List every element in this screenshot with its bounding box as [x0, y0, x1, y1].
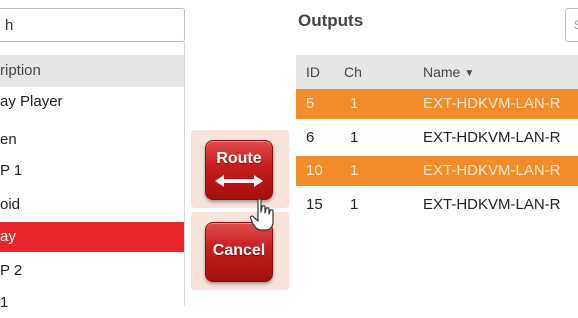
column-header-name[interactable]: Name ▼ — [423, 64, 474, 80]
output-ch: 1 — [350, 129, 359, 146]
column-header-ch[interactable]: Ch — [344, 64, 362, 80]
outputs-table-header: ID Ch Name ▼ — [296, 55, 578, 89]
input-list-item[interactable]: ay Player — [0, 87, 184, 117]
input-list-item[interactable]: 1 — [0, 288, 184, 318]
hand-pointer-icon — [250, 198, 274, 231]
output-ch: 1 — [350, 95, 359, 112]
output-id: 15 — [306, 196, 323, 213]
output-name: EXT-HDKVM-LAN-R — [423, 196, 561, 213]
output-row-selected[interactable]: 10 1 EXT-HDKVM-LAN-R — [296, 156, 578, 186]
output-row[interactable]: 6 1 EXT-HDKVM-LAN-R — [296, 123, 578, 153]
route-button-label: Route — [216, 150, 262, 167]
output-id: 5 — [306, 95, 315, 112]
column-header-id[interactable]: ID — [306, 64, 320, 80]
input-label: en — [0, 131, 17, 148]
column-header-description[interactable]: ription — [0, 62, 41, 79]
output-row-selected[interactable]: 5 1 EXT-HDKVM-LAN-R — [296, 89, 578, 119]
output-search-field[interactable]: S — [565, 8, 578, 42]
input-list-item[interactable]: P 2 — [0, 256, 184, 286]
input-label: ay Player — [0, 93, 63, 110]
input-label: ay — [0, 228, 16, 245]
input-search-value: h — [5, 17, 14, 34]
output-name: EXT-HDKVM-LAN-R — [423, 162, 561, 179]
output-id: 10 — [306, 162, 323, 179]
sort-caret-icon: ▼ — [464, 68, 475, 79]
route-button-frame: Route — [191, 130, 289, 208]
input-list-item[interactable]: P 1 — [0, 156, 184, 186]
input-label: P 1 — [0, 162, 23, 179]
panel-divider — [184, 42, 185, 306]
input-label: 1 — [0, 294, 9, 311]
output-row[interactable]: 15 1 EXT-HDKVM-LAN-R — [296, 190, 578, 220]
route-button[interactable]: Route — [205, 140, 273, 200]
input-list-item-selected[interactable]: ay — [0, 222, 184, 252]
output-ch: 1 — [350, 162, 359, 179]
input-search-field[interactable]: h — [0, 8, 185, 42]
output-name: EXT-HDKVM-LAN-R — [423, 129, 561, 146]
input-label: P 2 — [0, 262, 23, 279]
output-id: 6 — [306, 129, 315, 146]
output-ch: 1 — [350, 196, 359, 213]
outputs-title: Outputs — [298, 11, 364, 30]
input-label: oid — [0, 196, 21, 213]
output-name: EXT-HDKVM-LAN-R — [423, 95, 561, 112]
double-arrow-icon — [215, 175, 263, 187]
input-list-item[interactable]: en — [0, 125, 184, 155]
column-header-name-label: Name — [423, 64, 461, 80]
inputs-table-header: ription — [0, 55, 184, 87]
output-search-value: S — [574, 18, 578, 32]
cancel-button-label: Cancel — [212, 242, 266, 259]
input-list-item[interactable]: oid — [0, 190, 184, 220]
